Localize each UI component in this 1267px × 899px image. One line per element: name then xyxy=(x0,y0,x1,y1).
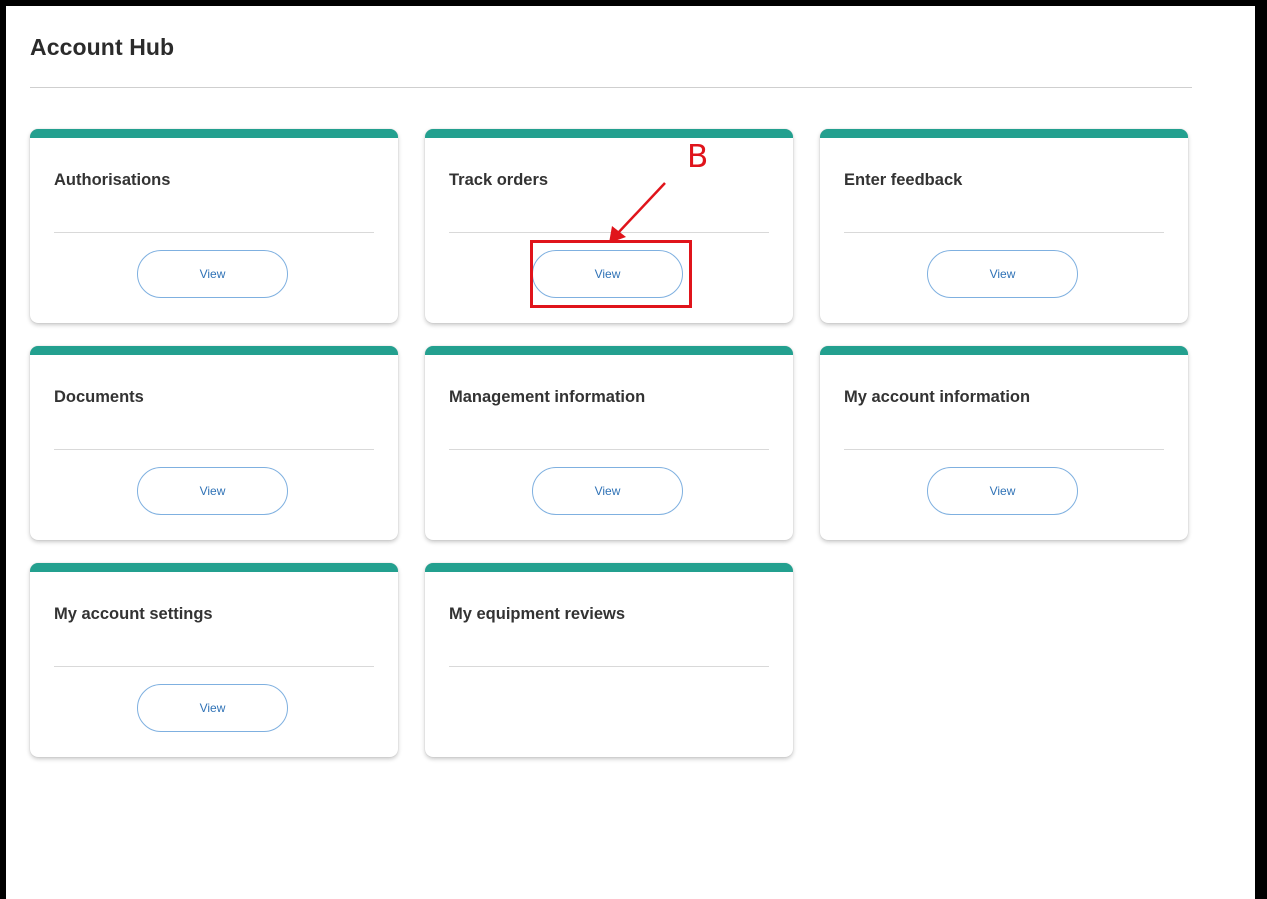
title-divider xyxy=(30,87,1192,88)
my-account-settings-view-button[interactable]: View xyxy=(137,684,288,732)
annotation-label: B xyxy=(687,139,709,175)
my-account-information-view-button[interactable]: View xyxy=(927,467,1078,515)
account-hub-page: Account Hub Authorisations View Track or… xyxy=(6,6,1255,899)
management-information-view-button[interactable]: View xyxy=(532,467,683,515)
card-title: Authorisations xyxy=(54,171,171,189)
card-divider xyxy=(449,232,769,233)
annotation-highlight-box xyxy=(530,240,692,308)
card-divider xyxy=(449,666,769,667)
card-divider xyxy=(844,449,1164,450)
card-divider xyxy=(54,232,374,233)
card-my-equipment-reviews: My equipment reviews xyxy=(425,563,793,757)
card-title: Documents xyxy=(54,388,144,406)
card-divider xyxy=(54,449,374,450)
card-divider xyxy=(844,232,1164,233)
card-divider xyxy=(54,666,374,667)
card-my-account-settings: My account settings View xyxy=(30,563,398,757)
card-enter-feedback: Enter feedback View xyxy=(820,129,1188,323)
card-title: My equipment reviews xyxy=(449,605,626,623)
card-divider xyxy=(449,449,769,450)
card-title: My account settings xyxy=(54,605,213,623)
card-my-account-information: My account information View xyxy=(820,346,1188,540)
card-title: Enter feedback xyxy=(844,171,963,189)
documents-view-button[interactable]: View xyxy=(137,467,288,515)
page-title: Account Hub xyxy=(30,34,175,60)
card-management-information: Management information View xyxy=(425,346,793,540)
card-documents: Documents View xyxy=(30,346,398,540)
card-authorisations: Authorisations View xyxy=(30,129,398,323)
enter-feedback-view-button[interactable]: View xyxy=(927,250,1078,298)
authorisations-view-button[interactable]: View xyxy=(137,250,288,298)
card-title: My account information xyxy=(844,388,1031,406)
card-title: Track orders xyxy=(449,171,549,189)
card-title: Management information xyxy=(449,388,646,406)
